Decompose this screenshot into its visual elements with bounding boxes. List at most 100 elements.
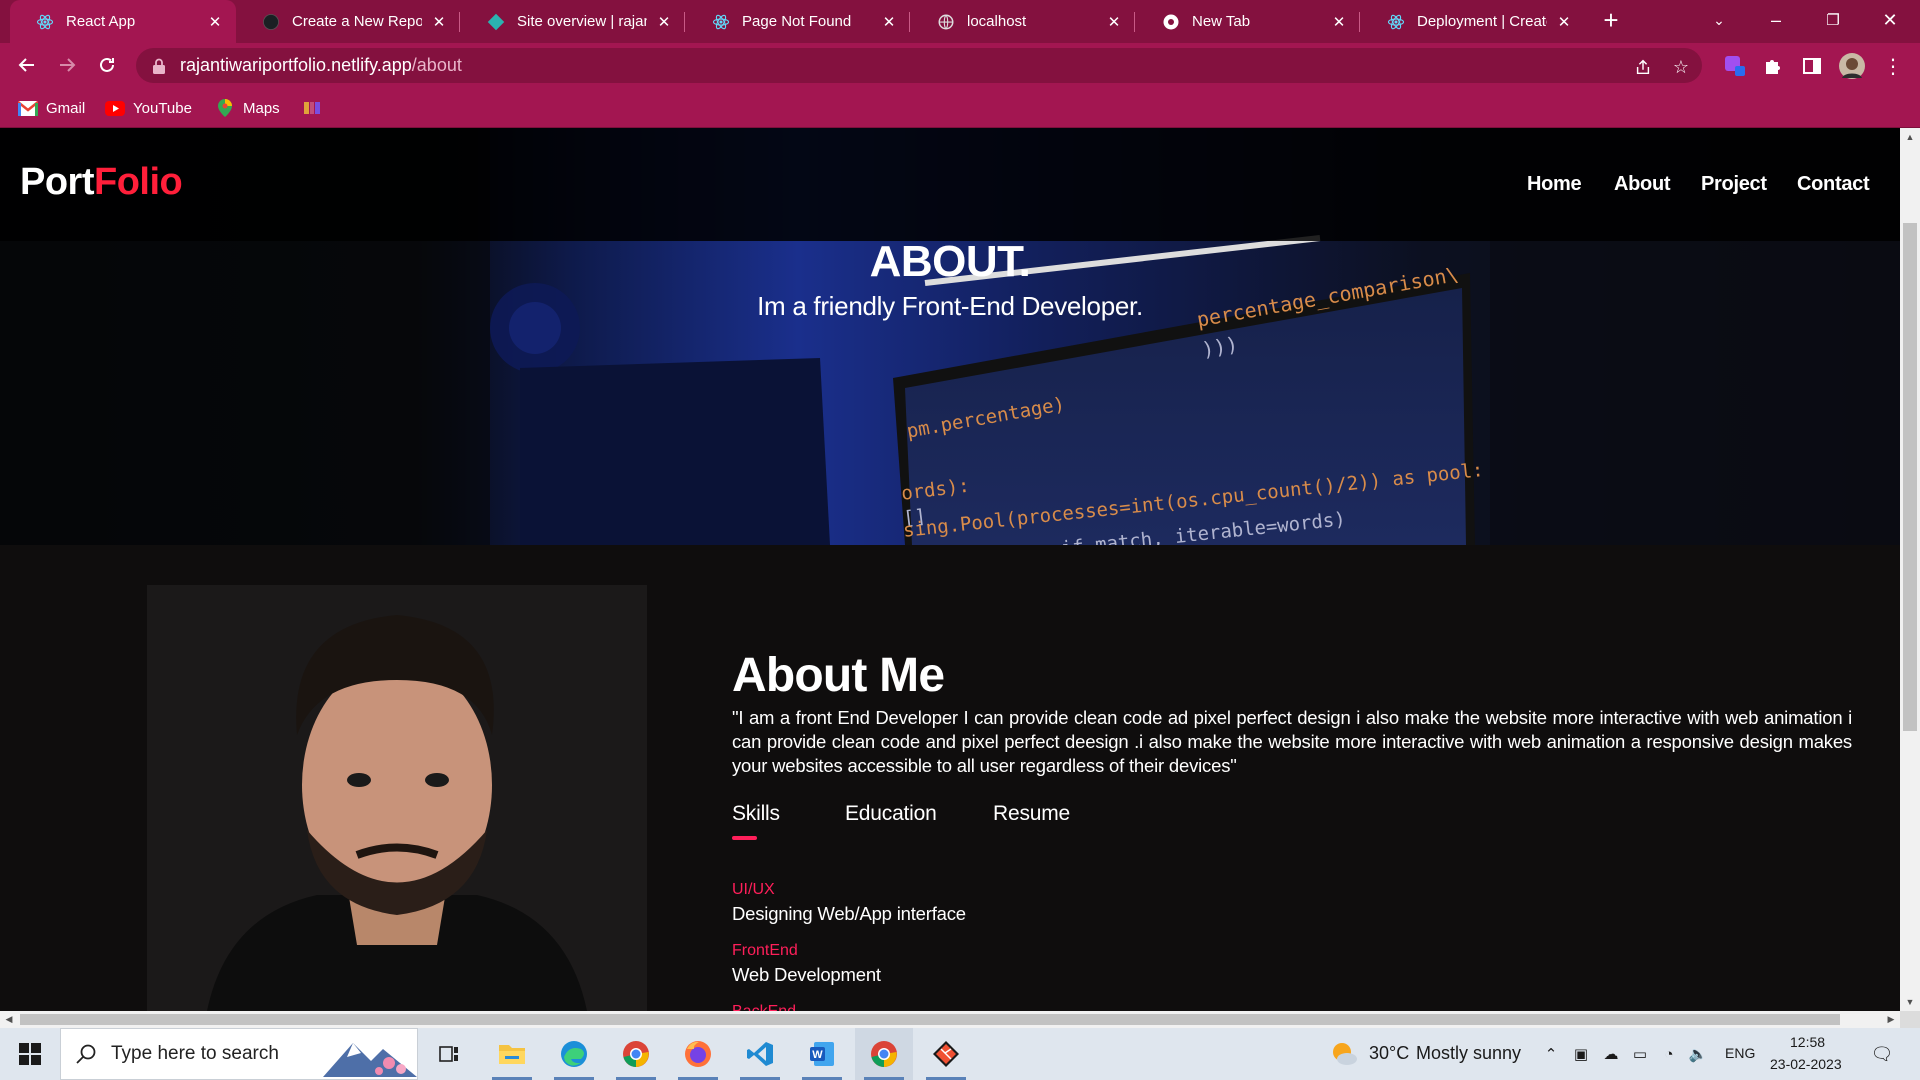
git-icon[interactable] [917, 1028, 975, 1080]
notifications-icon[interactable]: 🗨 [1870, 1042, 1894, 1066]
scroll-up-arrow-icon[interactable]: ▲ [1900, 128, 1920, 146]
about-heading: About Me [732, 649, 945, 702]
language-indicator[interactable]: ENG [1725, 1045, 1755, 1061]
minimize-button[interactable]: – [1754, 0, 1798, 40]
tab-resume[interactable]: Resume [993, 802, 1070, 826]
close-icon[interactable]: ✕ [655, 13, 673, 31]
new-tab-button[interactable]: + [1589, 0, 1633, 40]
close-icon[interactable]: ✕ [1105, 13, 1123, 31]
bookmark-maps[interactable]: Maps [215, 96, 280, 120]
reload-icon [100, 57, 114, 72]
bookmark-star-icon[interactable]: ☆ [1670, 56, 1692, 78]
chrome-active-icon[interactable] [855, 1028, 913, 1080]
file-explorer-icon[interactable] [483, 1028, 541, 1080]
close-icon[interactable]: ✕ [206, 13, 224, 31]
side-panel-icon[interactable] [1799, 53, 1825, 79]
scrollbar-thumb[interactable] [1903, 223, 1917, 731]
browser-toolbar: rajantiwariportfolio.netlify.app/about ☆… [0, 43, 1920, 88]
nav-link-contact[interactable]: Contact [1797, 173, 1870, 196]
tab-separator [1359, 12, 1360, 32]
taskbar-search-input[interactable]: Type here to search [60, 1028, 418, 1080]
reload-button[interactable] [91, 49, 123, 81]
site-navbar: PortFolio Home About Project Contact [0, 128, 1900, 241]
edge-icon[interactable] [545, 1028, 603, 1080]
tab-education[interactable]: Education [845, 802, 937, 826]
weather-temperature[interactable]: 30°C [1369, 1043, 1409, 1064]
url-text: rajantiwariportfolio.netlify.app/about [180, 55, 462, 76]
page-viewport: percentage_comparison\ ))) pm.percentage… [0, 128, 1900, 1011]
clock-date[interactable]: 23-02-2023 [1770, 1056, 1842, 1072]
chrome-icon[interactable] [607, 1028, 665, 1080]
scroll-left-arrow-icon[interactable]: ◀ [0, 1011, 18, 1028]
react-icon [712, 13, 730, 31]
windows-logo-icon [19, 1043, 41, 1065]
task-view-icon[interactable] [420, 1028, 478, 1080]
vscode-icon[interactable] [731, 1028, 789, 1080]
onedrive-cloud-icon[interactable]: ☁ [1601, 1044, 1621, 1064]
bookmarks-bar: Gmail YouTube Maps [0, 88, 1920, 128]
hero-section: percentage_comparison\ ))) pm.percentage… [0, 128, 1900, 545]
scroll-right-arrow-icon[interactable]: ▶ [1882, 1011, 1900, 1028]
skill-category: FrontEnd [732, 942, 798, 959]
bookmark-gmail[interactable]: Gmail [18, 96, 85, 120]
url-host: rajantiwariportfolio.netlify.app [180, 55, 412, 75]
bookmark-youtube[interactable]: YouTube [105, 96, 192, 120]
tab-netlify[interactable]: Site overview | rajanti ✕ [461, 0, 685, 43]
tab-skills[interactable]: Skills [732, 802, 780, 840]
close-icon[interactable]: ✕ [880, 13, 898, 31]
chrome-icon [1162, 13, 1180, 31]
tab-title: Create a New Reposit [292, 13, 422, 30]
bookmark-other[interactable] [302, 96, 330, 120]
gmail-icon [18, 100, 38, 116]
tab-new-tab[interactable]: New Tab ✕ [1136, 0, 1360, 43]
nav-link-home[interactable]: Home [1527, 173, 1582, 196]
tab-search-icon[interactable]: ⌄ [1697, 0, 1741, 40]
tab-separator [1134, 12, 1135, 32]
clock-time[interactable]: 12:58 [1790, 1034, 1825, 1050]
weather-sun-icon[interactable] [1330, 1041, 1358, 1067]
address-bar[interactable]: rajantiwariportfolio.netlify.app/about ☆ [136, 48, 1702, 83]
tab-title: React App [66, 13, 136, 30]
tab-localhost[interactable]: localhost ✕ [911, 0, 1135, 43]
tab-page-not-found[interactable]: Page Not Found ✕ [686, 0, 910, 43]
nav-link-about[interactable]: About [1614, 173, 1671, 196]
firefox-icon[interactable] [669, 1028, 727, 1080]
netlify-icon [487, 13, 505, 31]
skill-description: Web Development [732, 964, 881, 985]
puzzle-icon[interactable] [1760, 53, 1786, 79]
chevron-up-icon[interactable]: ⌃ [1541, 1044, 1561, 1064]
word-icon[interactable]: W [793, 1028, 851, 1080]
search-highlight-image [323, 1043, 417, 1077]
extension-icon[interactable] [1722, 53, 1748, 79]
wifi-icon[interactable]: ◔ [1659, 1044, 1679, 1064]
scrollbar-thumb[interactable] [20, 1014, 1840, 1025]
logo-part-port: Port [20, 161, 95, 203]
close-icon[interactable]: ✕ [1330, 13, 1348, 31]
tab-react-app[interactable]: React App ✕ [10, 0, 236, 43]
close-icon[interactable]: ✕ [1555, 13, 1573, 31]
menu-kebab-icon[interactable]: ⋮ [1880, 53, 1906, 79]
battery-icon[interactable]: ▭ [1630, 1044, 1650, 1064]
volume-icon[interactable]: 🔈 [1688, 1044, 1708, 1064]
weather-description[interactable]: Mostly sunny [1416, 1043, 1521, 1064]
horizontal-scrollbar[interactable]: ◀ ▶ [0, 1011, 1900, 1028]
restore-button[interactable]: ❐ [1811, 0, 1855, 40]
tab-github[interactable]: Create a New Reposit ✕ [236, 0, 460, 43]
avatar[interactable] [1839, 53, 1865, 79]
nav-link-project[interactable]: Project [1701, 173, 1767, 196]
windows-taskbar: Type here to search W 30°C Mostly sunny … [0, 1028, 1920, 1080]
tab-separator [909, 12, 910, 32]
back-button[interactable] [11, 49, 43, 81]
start-button[interactable] [0, 1028, 60, 1080]
share-icon[interactable] [1632, 56, 1654, 78]
tab-deployment[interactable]: Deployment | Create ✕ [1361, 0, 1585, 43]
vertical-scrollbar[interactable]: ▲ ▼ [1900, 128, 1920, 1011]
site-logo[interactable]: PortFolio [20, 161, 183, 204]
forward-button[interactable] [51, 49, 83, 81]
scroll-down-arrow-icon[interactable]: ▼ [1900, 993, 1920, 1011]
close-window-button[interactable]: ✕ [1868, 0, 1912, 40]
about-paragraph: "I am a front End Developer I can provid… [732, 707, 1852, 776]
meet-now-icon[interactable]: ▣ [1571, 1044, 1591, 1064]
close-icon[interactable]: ✕ [430, 13, 448, 31]
lock-icon [153, 58, 165, 74]
